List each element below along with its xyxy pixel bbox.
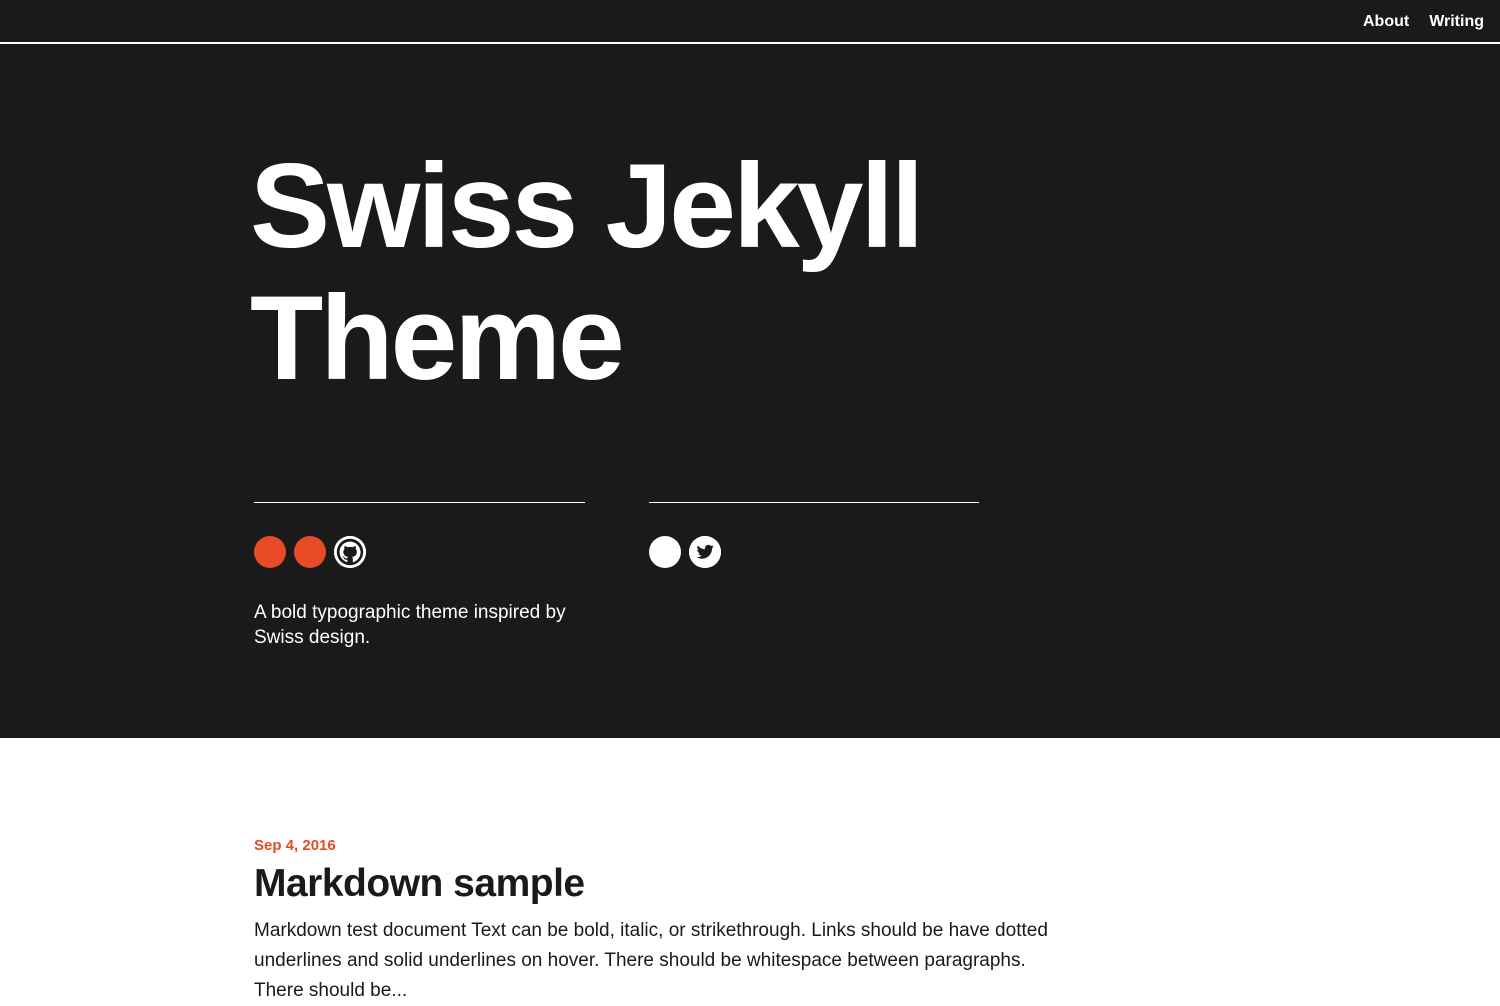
nav-links: About Writing (1363, 12, 1484, 32)
hero-right-column (649, 502, 979, 568)
post-list: Sep 4, 2016 Markdown sample Markdown tes… (254, 836, 1074, 1006)
site-title-line-1: Swiss Jekyll (250, 139, 924, 273)
twitter-icon[interactable] (689, 536, 721, 568)
post-excerpt: Markdown test document Text can be bold,… (254, 920, 1048, 1001)
hero-left-column: A bold typographic theme inspired by Swi… (254, 502, 585, 650)
nav-link-about[interactable]: About (1363, 12, 1409, 32)
top-navigation-bar: About Writing (0, 0, 1500, 44)
nav-link-writing[interactable]: Writing (1429, 12, 1484, 32)
accent-dot-icon[interactable] (294, 536, 326, 568)
right-icon-row (649, 536, 979, 568)
post-item: Sep 4, 2016 Markdown sample Markdown tes… (254, 836, 1074, 1006)
site-title-line-2: Theme (250, 271, 625, 405)
left-icon-row (254, 536, 585, 568)
github-icon[interactable] (334, 536, 366, 568)
site-tagline: A bold typographic theme inspired by Swi… (254, 602, 566, 648)
hero-section: Swiss Jekyll Theme A bold typographic th… (0, 44, 1500, 738)
site-title: Swiss Jekyll Theme (250, 140, 1150, 404)
white-dot-icon[interactable] (649, 536, 681, 568)
post-date: Sep 4, 2016 (254, 837, 336, 854)
post-title-link[interactable]: Markdown sample (254, 860, 1074, 908)
accent-dot-icon[interactable] (254, 536, 286, 568)
